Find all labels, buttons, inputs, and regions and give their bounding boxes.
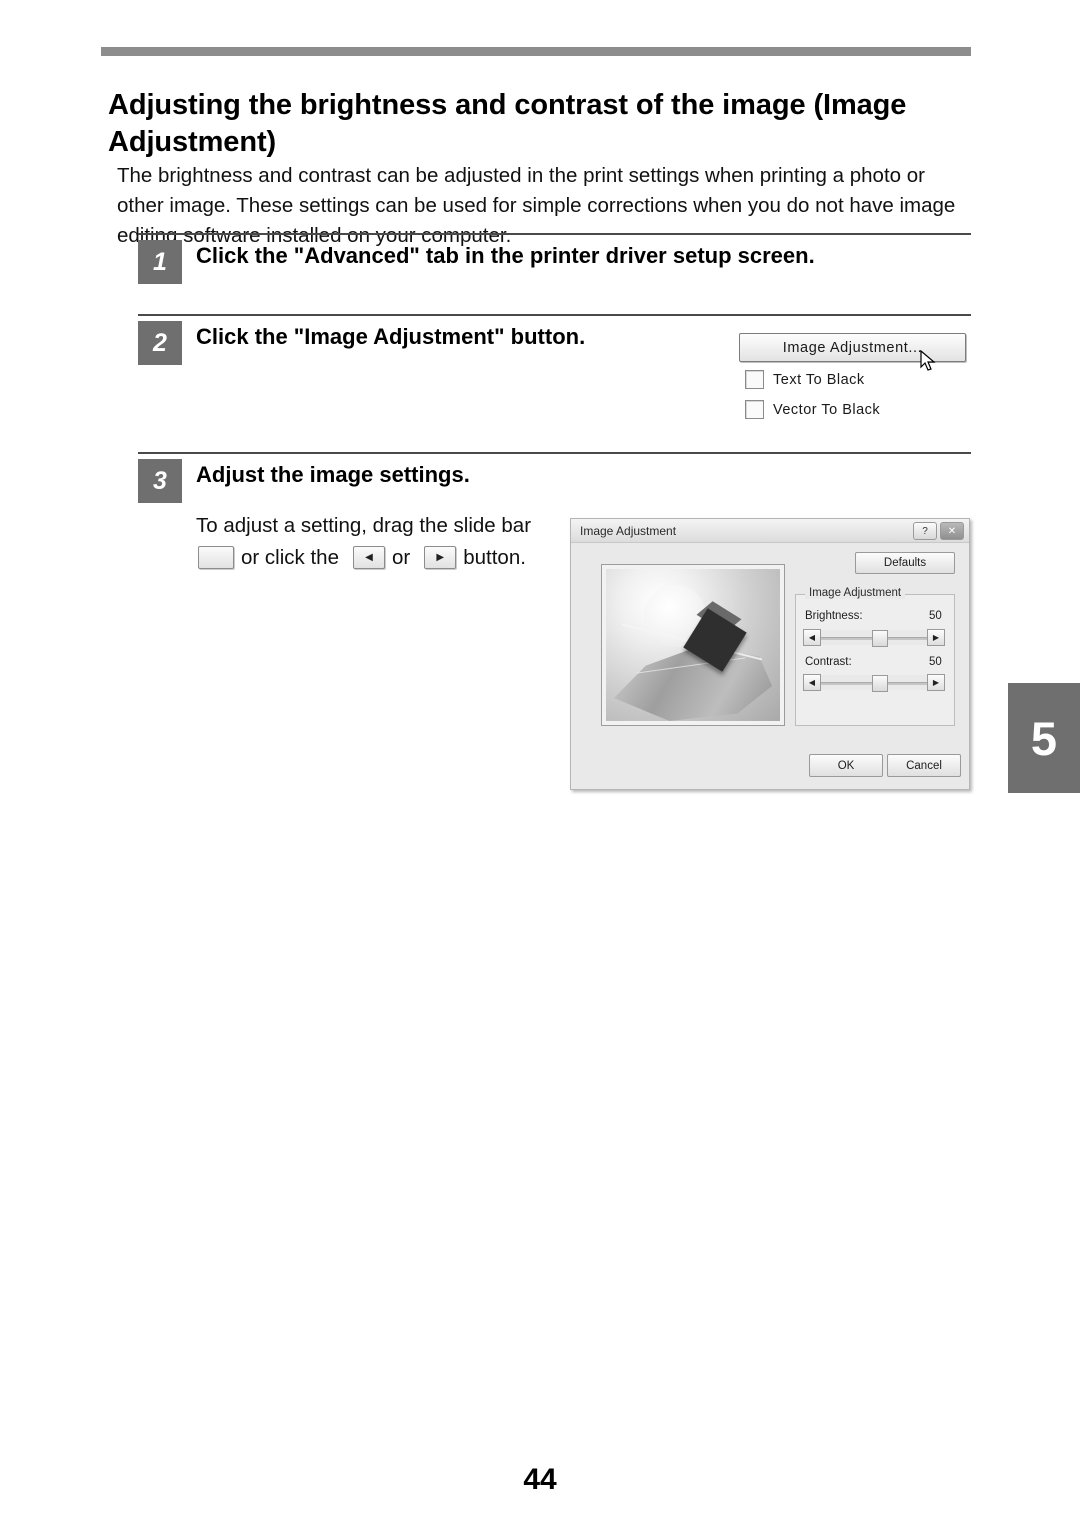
step-heading-2: Click the "Image Adjustment" button.: [196, 324, 586, 349]
brightness-right-arrow-icon[interactable]: ▶: [927, 628, 945, 646]
brightness-thumb[interactable]: [871, 629, 888, 647]
mouse-pointer-icon: [920, 350, 936, 371]
document-page: Adjusting the brightness and contrast of…: [0, 0, 1080, 1529]
contrast-track[interactable]: [821, 674, 927, 692]
step-number-2: 2: [138, 321, 182, 365]
brightness-value: 50: [929, 610, 942, 622]
brightness-slider[interactable]: ◀ ▶: [803, 628, 945, 647]
left-arrow-button-icon: ◀: [352, 546, 385, 570]
checkbox-row-text-to-black[interactable]: Text To Black: [745, 370, 865, 389]
ok-button[interactable]: OK: [809, 754, 883, 777]
checkbox-label-vector-to-black: Vector To Black: [773, 401, 881, 418]
checkbox-text-to-black[interactable]: [745, 370, 764, 389]
right-arrow-button-icon: ▶: [424, 546, 457, 570]
step3-instruction: To adjust a setting, drag the slide bar …: [196, 510, 548, 574]
image-adjustment-dialog: Image Adjustment ? ✕ Defaults Image Adju…: [570, 518, 970, 790]
close-icon[interactable]: ✕: [940, 522, 964, 540]
intro-paragraph: The brightness and contrast can be adjus…: [117, 163, 956, 247]
contrast-left-arrow-icon[interactable]: ◀: [803, 673, 821, 691]
groupbox-label: Image Adjustment: [805, 587, 906, 599]
chapter-tab: 5: [1008, 683, 1080, 793]
step-heading-3: Adjust the image settings.: [196, 462, 470, 487]
step-divider-3: [138, 452, 971, 454]
dialog-titlebar: Image Adjustment ? ✕: [571, 519, 969, 543]
slide-bar-icon: [198, 546, 234, 570]
checkbox-row-vector-to-black[interactable]: Vector To Black: [745, 400, 880, 419]
dialog-title: Image Adjustment: [580, 523, 677, 538]
contrast-label: Contrast:: [805, 656, 852, 668]
step-number-1: 1: [138, 240, 182, 284]
page-number: 44: [523, 1463, 557, 1496]
contrast-right-arrow-icon[interactable]: ▶: [927, 673, 945, 691]
brightness-label: Brightness:: [805, 610, 863, 622]
step3-text-part2: or click the: [241, 545, 339, 569]
step-number-3: 3: [138, 459, 182, 503]
header-rule: [101, 47, 971, 56]
cancel-button[interactable]: Cancel: [887, 754, 961, 777]
contrast-slider[interactable]: ◀ ▶: [803, 673, 945, 692]
step3-text-part3: or: [391, 545, 411, 569]
step3-text-part4: button.: [463, 545, 526, 569]
preview-canvas: [606, 569, 780, 721]
help-icon[interactable]: ?: [913, 522, 937, 540]
dialog-window-buttons: ? ✕: [913, 522, 964, 540]
page-title: Adjusting the brightness and contrast of…: [108, 89, 907, 159]
step-divider-2: [138, 314, 971, 316]
step-heading-1: Click the "Advanced" tab in the printer …: [196, 243, 815, 268]
contrast-value: 50: [929, 656, 942, 668]
step-divider-1: [138, 233, 971, 235]
checkbox-label-text-to-black: Text To Black: [773, 371, 865, 388]
brightness-track[interactable]: [821, 629, 927, 647]
defaults-button[interactable]: Defaults: [855, 552, 955, 574]
step2-figure: Image Adjustment... Text To Black Vector…: [739, 330, 971, 430]
step3-text-part1: To adjust a setting, drag the slide bar: [196, 514, 532, 537]
contrast-thumb[interactable]: [871, 674, 888, 692]
checkbox-vector-to-black[interactable]: [745, 400, 764, 419]
image-preview: [601, 564, 785, 726]
brightness-left-arrow-icon[interactable]: ◀: [803, 628, 821, 646]
